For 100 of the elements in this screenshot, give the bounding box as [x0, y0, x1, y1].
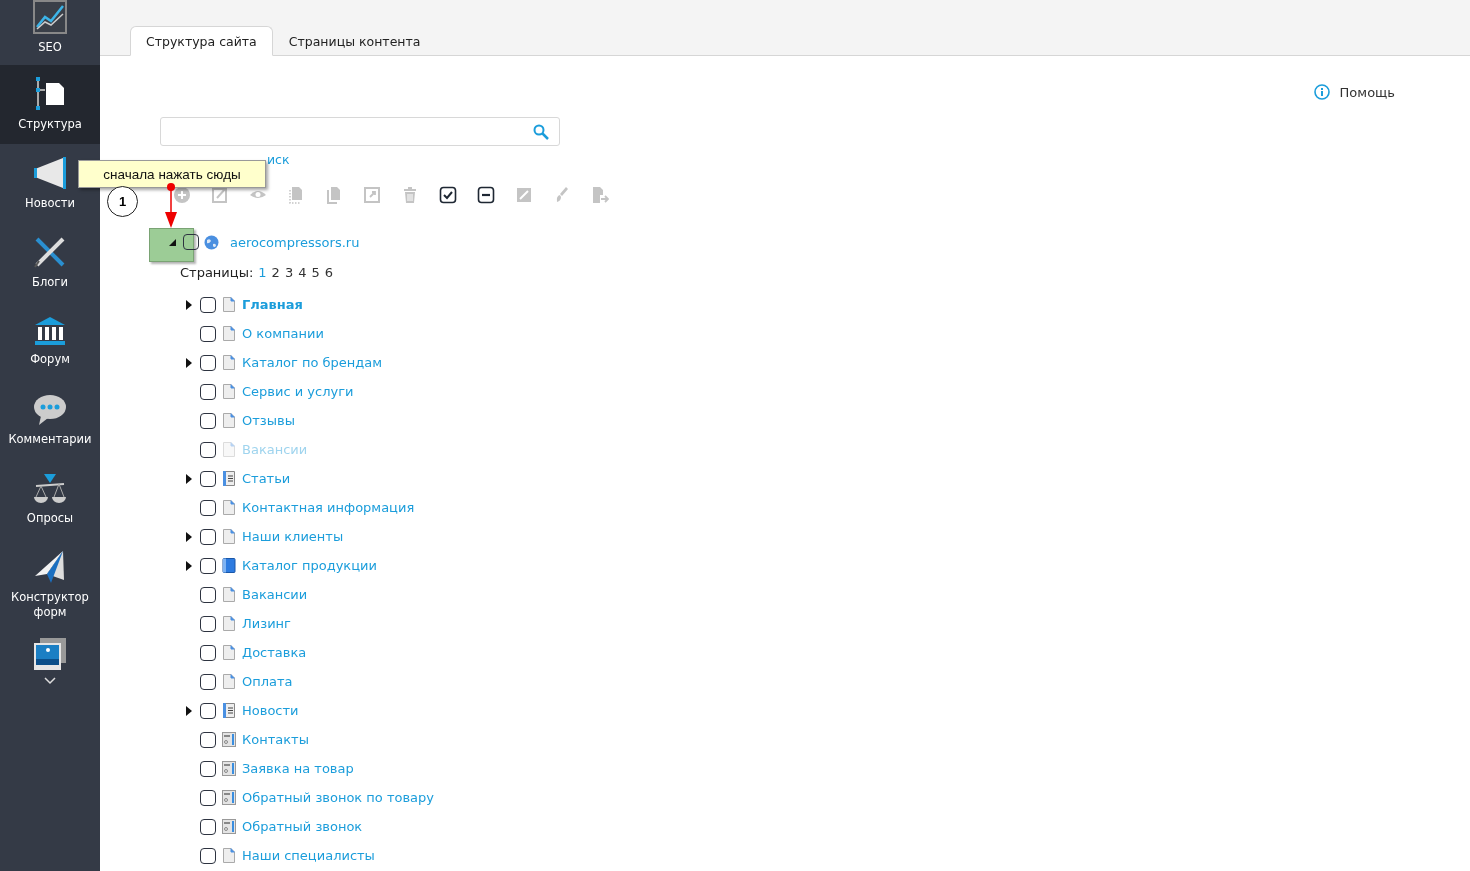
checkbox[interactable] [200, 528, 216, 545]
toolbar-button[interactable] [439, 186, 457, 204]
page-link[interactable]: О компании [242, 326, 324, 341]
checkbox[interactable] [200, 296, 216, 313]
sidebar-item[interactable]: Блоги [0, 223, 100, 302]
tooltip-pointer [165, 183, 177, 228]
advanced-search-link[interactable]: иск [267, 152, 290, 167]
page-icon [222, 297, 236, 312]
step-number: 1 [107, 186, 138, 217]
checkbox[interactable] [200, 325, 216, 342]
external-window-icon [363, 186, 381, 204]
trash-icon [401, 186, 419, 204]
page-link[interactable]: Главная [242, 297, 303, 312]
pencils-icon [33, 235, 67, 269]
page-link[interactable]: Наши клиенты [242, 529, 344, 544]
expand-arrow-icon[interactable] [186, 531, 192, 542]
page-link[interactable]: Обратный звонок [242, 819, 363, 834]
checkbox-minus-icon [477, 186, 495, 204]
checkbox[interactable] [200, 644, 216, 661]
form-icon [222, 732, 236, 747]
checkbox[interactable] [200, 789, 216, 806]
checkbox[interactable] [200, 615, 216, 632]
checkbox[interactable] [200, 412, 216, 429]
page-number[interactable]: 2 [271, 264, 280, 280]
page-number[interactable]: 6 [324, 264, 333, 280]
tab[interactable]: Структура сайта [130, 26, 273, 56]
chevron-down-icon[interactable] [44, 677, 56, 685]
checkbox[interactable] [200, 818, 216, 835]
form-icon [222, 790, 236, 805]
page-number[interactable]: 4 [298, 264, 307, 280]
checkbox[interactable] [200, 441, 216, 458]
page-link[interactable]: Заявка на товар [242, 761, 354, 776]
toolbar-button[interactable] [477, 186, 495, 204]
expand-arrow-icon[interactable] [186, 705, 192, 716]
help-link[interactable]: Помощь [1313, 84, 1395, 100]
page-link[interactable]: Обратный звонок по товару [242, 790, 435, 805]
page-link[interactable]: Лизинг [242, 616, 291, 631]
checkbox[interactable] [200, 383, 216, 400]
checkbox[interactable] [200, 557, 216, 574]
sitemap-icon [35, 77, 65, 111]
callout-tooltip: сначала нажать сюды [78, 160, 266, 188]
expand-arrow-icon[interactable] [186, 299, 192, 310]
checkbox[interactable] [200, 470, 216, 487]
tab[interactable]: Страницы контента [272, 26, 437, 56]
info-icon [1313, 84, 1330, 100]
page-icon [222, 645, 236, 660]
page-number[interactable]: 3 [284, 264, 294, 280]
page-icon [222, 442, 236, 457]
edit-icon [211, 186, 229, 204]
page-icon [222, 587, 236, 602]
photos-icon [33, 637, 67, 671]
page-link[interactable]: Каталог по брендам [242, 355, 383, 370]
page-link[interactable]: Доставка [242, 645, 307, 660]
page-link[interactable]: Вакансии [242, 442, 308, 457]
highlight-box [149, 228, 194, 262]
page-link[interactable]: Каталог продукции [242, 558, 377, 573]
page-number[interactable]: 1 [258, 264, 267, 280]
checkbox[interactable] [200, 760, 216, 777]
search-field[interactable] [160, 117, 560, 146]
book-icon [222, 558, 236, 573]
form-icon [222, 819, 236, 834]
page-icon [222, 674, 236, 689]
sidebar-item[interactable]: Опросы [0, 460, 100, 539]
page-link[interactable]: Контактная информация [242, 500, 415, 515]
sidebar-item[interactable]: SEO [0, 0, 100, 65]
page-link[interactable]: Новости [242, 703, 299, 718]
page-link[interactable]: Вакансии [242, 587, 308, 602]
site-link[interactable]: aerocompressors.ru [230, 234, 360, 250]
sidebar-item[interactable]: Структура [0, 65, 100, 144]
building-icon [34, 316, 66, 346]
document-list-icon [222, 703, 236, 718]
speech-bubble-icon [33, 394, 67, 426]
expand-arrow-icon[interactable] [186, 357, 192, 368]
page-link[interactable]: Отзывы [242, 413, 295, 428]
page-link[interactable]: Контакты [242, 732, 309, 747]
page-link[interactable]: Сервис и услуги [242, 384, 354, 399]
checkbox[interactable] [200, 586, 216, 603]
checkbox[interactable] [200, 354, 216, 371]
sidebar-item[interactable]: Форум [0, 302, 100, 381]
form-icon [222, 761, 236, 776]
page-link[interactable]: Статьи [242, 471, 291, 486]
megaphone-icon [33, 156, 67, 190]
sidebar-item[interactable]: Конструктор форм [0, 539, 100, 631]
page-link[interactable]: Оплата [242, 674, 293, 689]
image-icon [515, 186, 533, 204]
checkbox[interactable] [200, 673, 216, 690]
page-icon [222, 848, 236, 863]
checkbox[interactable] [200, 731, 216, 748]
checkbox[interactable] [200, 499, 216, 516]
search-icon [533, 123, 549, 140]
expand-arrow-icon[interactable] [186, 473, 192, 484]
checkbox[interactable] [200, 702, 216, 719]
page-icon [222, 529, 236, 544]
page-link[interactable]: Наши специалисты [242, 848, 375, 863]
expand-arrow-icon[interactable] [186, 560, 192, 571]
copy-icon [287, 186, 305, 204]
page-number[interactable]: 5 [311, 264, 320, 280]
sidebar-item[interactable]: Комментарии [0, 381, 100, 460]
pages-label: Страницы: [180, 264, 254, 280]
checkbox[interactable] [200, 847, 216, 864]
